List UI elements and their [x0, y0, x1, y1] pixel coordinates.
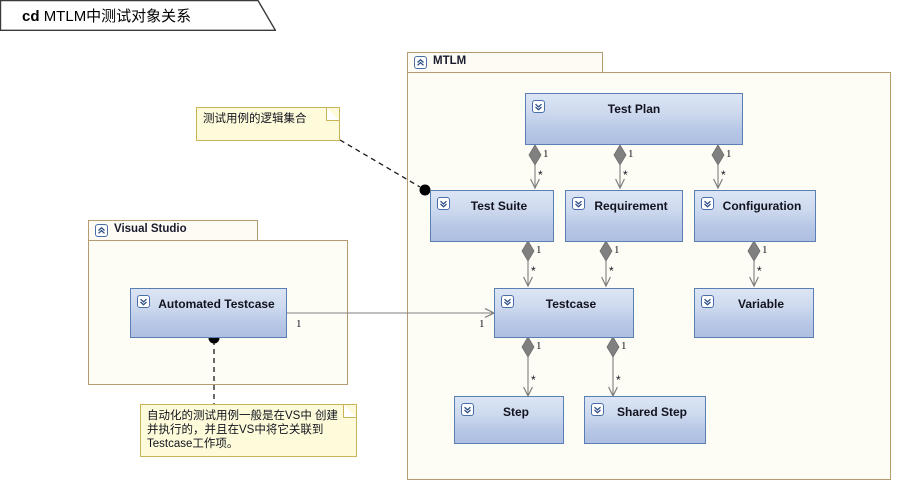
class-name-automated-testcase: Automated Testcase — [158, 297, 275, 311]
package-mtlm-title: MTLM — [433, 55, 467, 67]
class-name-shared-step: Shared Step — [616, 405, 688, 419]
multiplicity-auto-case-target: 1 — [479, 318, 485, 330]
note-test-suite[interactable]: 测试用例的逻辑集合 — [196, 107, 340, 141]
class-configuration[interactable]: Configuration — [694, 190, 816, 242]
multiplicity-suite-case-source: 1 — [536, 244, 542, 256]
diagram-title-text: MTLM中测试对象关系 — [43, 8, 192, 25]
multiplicity-case-step-target: * — [531, 373, 536, 387]
class-requirement[interactable]: Requirement — [565, 190, 683, 242]
class-name-variable: Variable — [737, 297, 785, 311]
class-testcase[interactable]: Testcase — [494, 288, 634, 338]
multiplicity-suite-case-target: * — [531, 264, 536, 278]
class-step[interactable]: Step — [454, 396, 564, 444]
multiplicity-plan-suite-source: 1 — [543, 148, 549, 160]
class-name-test-suite: Test Suite — [470, 199, 528, 213]
note-automated-testcase[interactable]: 自动化的测试用例一般是在VS中 创建 并执行的，并且在VS中将它关联到 Test… — [140, 404, 357, 457]
class-name-requirement: Requirement — [594, 199, 668, 213]
class-test-plan[interactable]: Test Plan — [525, 93, 743, 145]
multiplicity-case-step-source: 1 — [536, 340, 542, 352]
multiplicity-plan-config-source: 1 — [726, 148, 732, 160]
diagram-title-prefix: cd — [22, 8, 40, 25]
class-name-test-plan: Test Plan — [607, 102, 661, 116]
uml-class-diagram: cd MTLM中测试对象关系 MTLM Visual Studio 1 * 1 … — [0, 0, 911, 500]
note-automated-testcase-text: 自动化的测试用例一般是在VS中 创建 并执行的，并且在VS中将它关联到 Test… — [147, 410, 339, 450]
multiplicity-config-var-target: * — [757, 264, 762, 278]
class-name-step: Step — [502, 405, 529, 419]
multiplicity-req-case-source: 1 — [614, 244, 620, 256]
multiplicity-req-case-target: * — [609, 264, 614, 278]
class-name-testcase: Testcase — [545, 297, 597, 311]
diagram-title-label: cd MTLM中测试对象关系 — [22, 5, 191, 26]
multiplicity-config-var-source: 1 — [762, 244, 768, 256]
multiplicity-plan-req-target: * — [623, 168, 628, 182]
multiplicity-case-shared-target: * — [616, 373, 621, 387]
package-icon — [95, 224, 108, 237]
class-test-suite[interactable]: Test Suite — [430, 190, 554, 242]
package-visual-studio-title: Visual Studio — [114, 223, 187, 235]
class-shared-step[interactable]: Shared Step — [584, 396, 706, 444]
class-name-configuration: Configuration — [722, 199, 802, 213]
multiplicity-plan-suite-target: * — [538, 168, 543, 182]
diagram-title-tab: cd MTLM中测试对象关系 — [0, 0, 276, 31]
multiplicity-auto-case-source: 1 — [296, 318, 302, 330]
multiplicity-case-shared-source: 1 — [621, 340, 627, 352]
class-variable[interactable]: Variable — [694, 288, 814, 338]
note-test-suite-text: 测试用例的逻辑集合 — [203, 113, 307, 125]
multiplicity-plan-config-target: * — [721, 168, 726, 182]
class-automated-testcase[interactable]: Automated Testcase — [130, 288, 287, 338]
multiplicity-plan-req-source: 1 — [628, 148, 634, 160]
package-icon — [414, 56, 427, 69]
